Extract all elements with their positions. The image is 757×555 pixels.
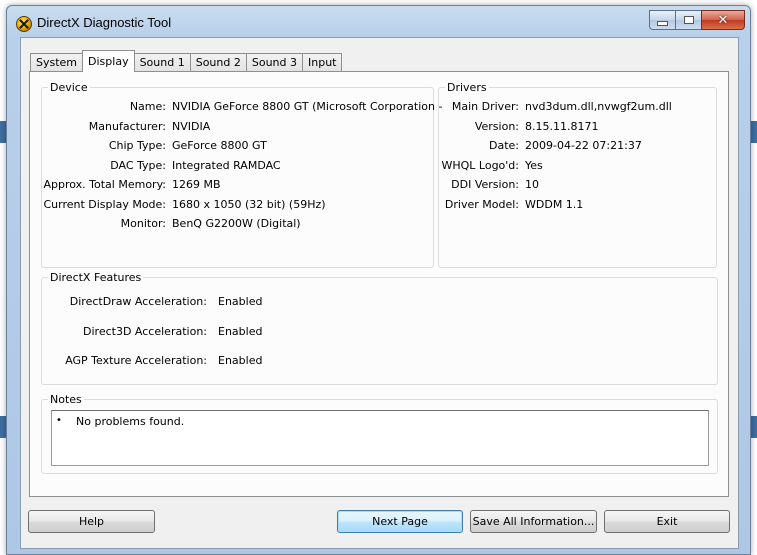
device-group: Device Name: NVIDIA GeForce 8800 GT (Mic… bbox=[41, 81, 442, 268]
field-label: Monitor: bbox=[120, 217, 166, 230]
field-label: Main Driver: bbox=[451, 100, 519, 113]
field-label: DirectDraw Acceleration: bbox=[69, 295, 207, 308]
tab-label: Input bbox=[308, 56, 337, 69]
field-label: AGP Texture Acceleration: bbox=[65, 354, 207, 367]
notes-group: Notes • No problems found. bbox=[41, 393, 718, 474]
field-label: Approx. Total Memory: bbox=[43, 178, 167, 191]
client-area: System Display Sound 1 Sound 2 Sound 3 I… bbox=[20, 37, 739, 549]
button-label: Help bbox=[78, 515, 105, 528]
drivers-group-title: Drivers bbox=[445, 81, 489, 94]
notes-group-title: Notes bbox=[48, 393, 84, 406]
field-label: Manufacturer: bbox=[88, 120, 166, 133]
field-value: Yes bbox=[525, 159, 543, 172]
field-value: Enabled bbox=[218, 354, 263, 367]
button-label: Exit bbox=[656, 515, 678, 528]
window-title: DirectX Diagnostic Tool bbox=[37, 15, 172, 30]
close-icon: ✕ bbox=[717, 12, 729, 28]
button-label: Save All Information... bbox=[472, 515, 595, 528]
field-value: nvd3dum.dll,nvwgf2um.dll bbox=[525, 100, 672, 113]
directx-x-icon bbox=[16, 16, 32, 32]
tab-label: Sound 1 bbox=[139, 56, 185, 69]
field-value: GeForce 8800 GT bbox=[172, 139, 267, 152]
title-bar[interactable]: DirectX Diagnostic Tool ✕ bbox=[7, 6, 750, 38]
features-group-title: DirectX Features bbox=[48, 271, 144, 284]
field-value: NVIDIA bbox=[172, 120, 211, 133]
drivers-group: Drivers Main Driver: nvd3dum.dll,nvwgf2u… bbox=[438, 81, 717, 268]
button-label: Next Page bbox=[372, 515, 428, 528]
tab-system[interactable]: System bbox=[30, 53, 84, 71]
field-label: Date: bbox=[489, 139, 519, 152]
dxdiag-window: DirectX Diagnostic Tool ✕ System Display… bbox=[6, 5, 751, 555]
tab-label: Sound 2 bbox=[195, 56, 241, 69]
notes-text: No problems found. bbox=[76, 415, 185, 428]
field-value: 1269 MB bbox=[172, 178, 221, 191]
tab-sound-3[interactable]: Sound 3 bbox=[245, 53, 303, 71]
minimize-icon bbox=[657, 20, 668, 26]
caption-buttons: ✕ bbox=[649, 10, 745, 30]
device-group-title: Device bbox=[48, 81, 90, 94]
field-label: Current Display Mode: bbox=[43, 198, 166, 211]
field-value: Integrated RAMDAC bbox=[172, 159, 281, 172]
field-value: Enabled bbox=[218, 295, 263, 308]
field-label: DAC Type: bbox=[110, 159, 166, 172]
exit-button[interactable]: Exit bbox=[604, 510, 730, 533]
directx-features-group: DirectX Features DirectDraw Acceleration… bbox=[41, 271, 718, 385]
field-label: WHQL Logo'd: bbox=[441, 159, 519, 172]
field-label: Version: bbox=[474, 120, 519, 133]
field-value: WDDM 1.1 bbox=[525, 198, 584, 211]
field-value: NVIDIA GeForce 8800 GT (Microsoft Corpor… bbox=[172, 100, 443, 113]
field-value: 1680 x 1050 (32 bit) (59Hz) bbox=[172, 198, 326, 211]
maximize-button[interactable] bbox=[675, 10, 701, 30]
field-value: BenQ G2200W (Digital) bbox=[172, 217, 301, 230]
field-label: DDI Version: bbox=[451, 178, 519, 191]
field-value: 8.15.11.8171 bbox=[525, 120, 599, 133]
field-label: Chip Type: bbox=[108, 139, 166, 152]
next-page-button[interactable]: Next Page bbox=[337, 510, 463, 533]
tab-sound-1[interactable]: Sound 1 bbox=[133, 53, 191, 71]
save-all-information-button[interactable]: Save All Information... bbox=[470, 510, 597, 533]
notes-textbox[interactable]: • No problems found. bbox=[51, 410, 709, 466]
help-button[interactable]: Help bbox=[28, 510, 155, 533]
field-label: Direct3D Acceleration: bbox=[83, 325, 207, 338]
maximize-icon bbox=[683, 16, 694, 24]
tab-sound-2[interactable]: Sound 2 bbox=[189, 53, 247, 71]
tab-label: Display bbox=[88, 55, 129, 68]
tab-label: System bbox=[36, 56, 78, 69]
minimize-button[interactable] bbox=[649, 10, 675, 30]
notes-bullet: • bbox=[56, 415, 62, 426]
display-tab-panel: Device Name: NVIDIA GeForce 8800 GT (Mic… bbox=[29, 71, 729, 497]
field-label: Driver Model: bbox=[444, 198, 519, 211]
tab-label: Sound 3 bbox=[251, 56, 297, 69]
tab-input[interactable]: Input bbox=[302, 53, 343, 71]
tab-strip: System Display Sound 1 Sound 2 Sound 3 I… bbox=[30, 50, 343, 72]
field-value: 2009-04-22 07:21:37 bbox=[525, 139, 642, 152]
field-value: 10 bbox=[525, 178, 539, 191]
close-button[interactable]: ✕ bbox=[701, 10, 745, 30]
field-label: Name: bbox=[129, 100, 166, 113]
field-value: Enabled bbox=[218, 325, 263, 338]
tab-display[interactable]: Display bbox=[82, 50, 135, 72]
